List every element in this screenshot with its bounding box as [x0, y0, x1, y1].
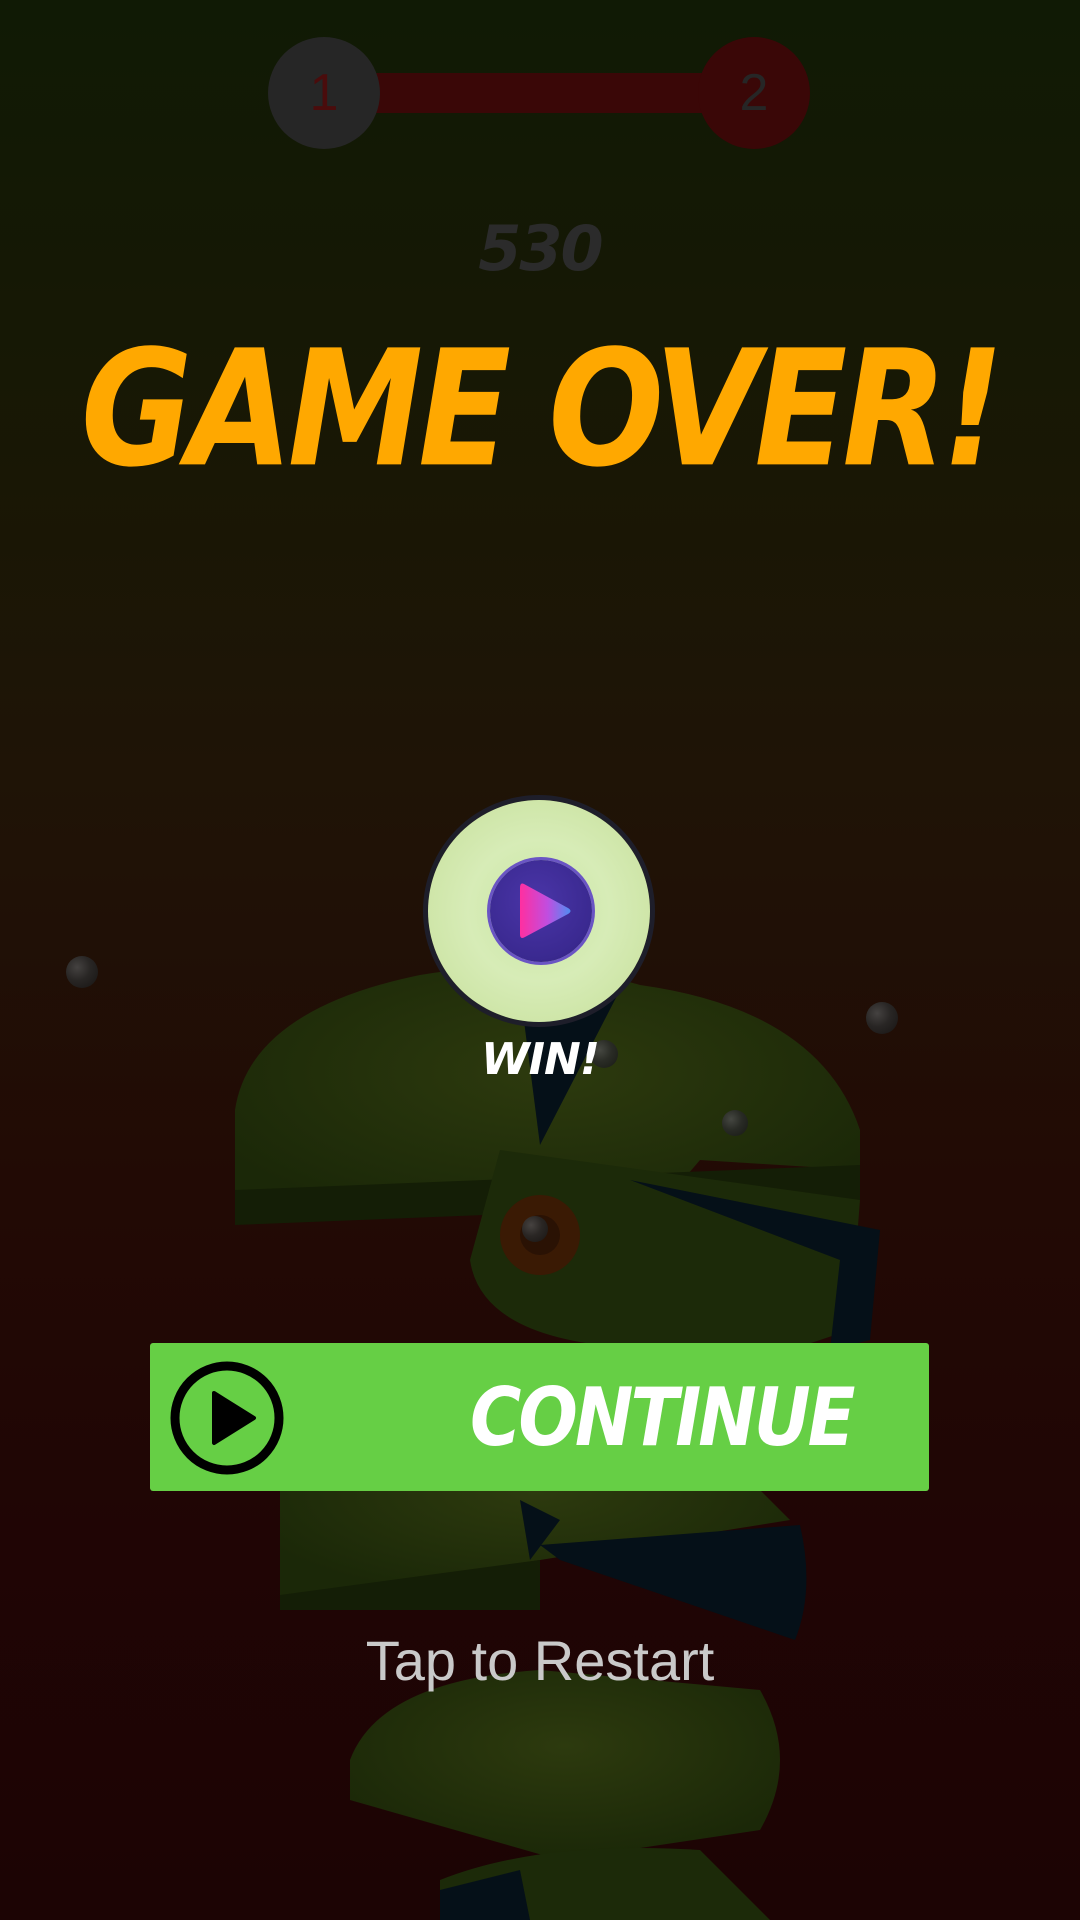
level-next-number: 2 — [739, 64, 769, 122]
continue-button-label: CONTINUE — [470, 1370, 856, 1465]
bubble — [66, 956, 98, 988]
reward-play-button[interactable] — [490, 860, 592, 962]
bubble — [866, 1002, 898, 1034]
game-over-title: GAME OVER! — [80, 316, 1004, 504]
tap-to-restart[interactable]: Tap to Restart — [0, 1628, 1080, 1693]
level-current-number: 1 — [309, 64, 339, 122]
bubble — [722, 1110, 748, 1136]
level-next-badge: 2 — [698, 37, 810, 149]
level-progress-bar — [330, 73, 750, 113]
score: 530 — [478, 212, 603, 285]
reward-win-label: WIN! — [481, 1034, 600, 1085]
play-icon — [520, 883, 571, 938]
play-circle-icon — [170, 1361, 284, 1475]
bubble — [522, 1216, 548, 1242]
level-current-badge: 1 — [268, 37, 380, 149]
